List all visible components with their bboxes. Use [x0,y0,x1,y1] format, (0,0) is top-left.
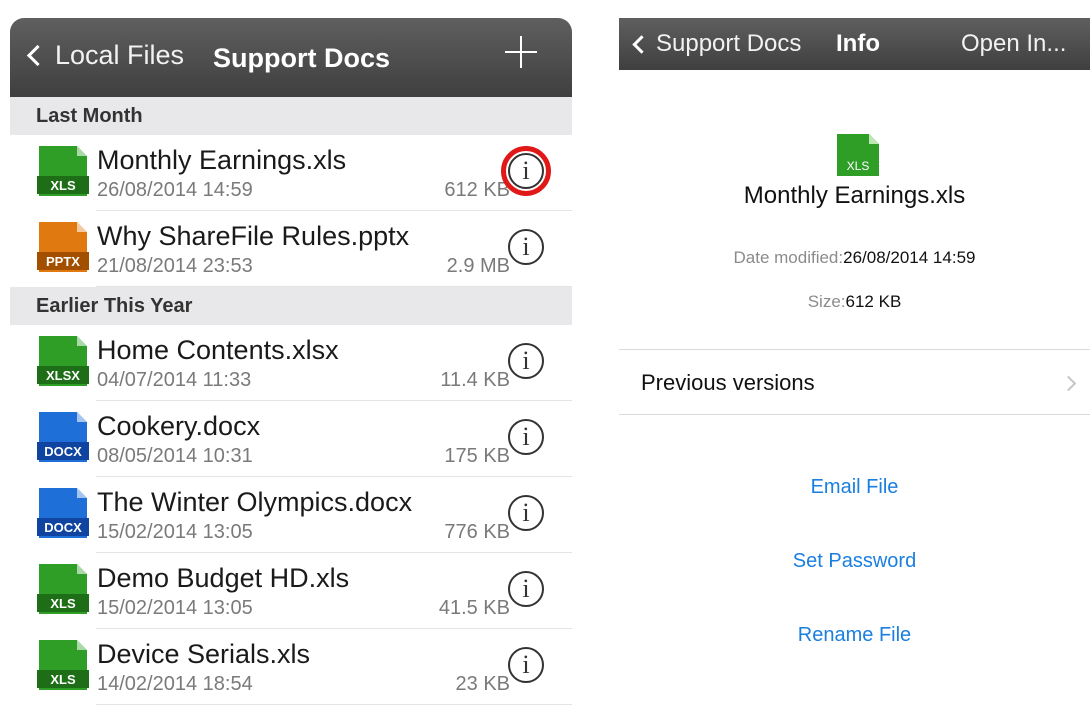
file-name: The Winter Olympics.docx [97,487,413,517]
rename-file-button[interactable]: Rename File [619,624,1090,647]
back-label: Support Docs [656,30,802,57]
info-icon[interactable]: i [508,647,544,683]
navigation-bar: Support Docs Info Open In... [619,18,1090,70]
file-type-label: XLS [50,178,76,193]
xls-file-icon: XLS [37,640,89,690]
file-name: Demo Budget HD.xls [97,563,350,593]
file-name: Cookery.docx [97,411,261,441]
email-file-button[interactable]: Email File [619,476,1090,499]
pptx-file-icon: PPTX [37,222,89,272]
file-list: Last Month XLS Monthly Earnings.xls 26/08/2… [10,97,572,705]
xls-file-icon: XLS [37,146,89,196]
file-row[interactable]: XLS Monthly Earnings.xls 26/08/2014 14:59 6… [10,135,572,211]
previous-versions-row[interactable]: Previous versions [619,349,1090,415]
info-icon[interactable]: i [508,229,544,265]
file-type-label: DOCX [44,444,82,459]
previous-versions-label: Previous versions [641,370,815,395]
file-type-label: XLS [50,596,76,611]
file-name: Monthly Earnings.xls [97,145,347,175]
file-type-label: XLS [847,159,870,173]
back-button[interactable]: Support Docs [632,30,802,58]
chevron-right-icon [1060,375,1077,392]
page-title: Info [836,30,880,57]
file-type-label: XLSX [46,368,80,383]
navigation-bar: Local Files Support Docs [10,18,572,97]
page-title: Support Docs [213,43,391,73]
file-size: 11.4 KB [440,369,510,391]
info-icon[interactable]: i [508,419,544,455]
file-type-label: XLS [50,672,76,687]
date-modified-value: 26/08/2014 14:59 [843,248,976,267]
xls-file-icon: XLS [37,564,89,614]
file-row[interactable]: XLS Device Serials.xls 14/02/2014 18:54 23 … [10,629,572,705]
back-button[interactable]: Local Files [26,40,185,71]
file-date: 14/02/2014 18:54 [97,673,253,695]
date-modified-row: Date modified:26/08/2014 14:59 [619,248,1090,268]
xls-file-icon: XLS [837,134,879,176]
file-row[interactable]: DOCX Cookery.docx 08/05/2014 10:31 175 KB i [10,401,572,477]
file-name: Device Serials.xls [97,639,311,669]
file-type-label: PPTX [46,254,80,269]
xlsx-file-icon: XLSX [37,336,89,386]
file-row[interactable]: DOCX The Winter Olympics.docx 15/02/2014 1… [10,477,572,553]
highlight-circle [501,146,551,196]
file-row[interactable]: XLS Demo Budget HD.xls 15/02/2014 13:05 41.… [10,553,572,629]
size-row: Size:612 KB [619,292,1090,312]
chevron-left-icon [632,34,651,54]
file-name: Home Contents.xlsx [97,335,339,365]
file-name: Why ShareFile Rules.pptx [97,221,410,251]
file-size: 41.5 KB [438,597,510,619]
file-row[interactable]: PPTX Why ShareFile Rules.pptx 21/08/2014 2… [10,211,572,287]
file-info-panel: Support Docs Info Open In... XLS Monthly… [619,18,1090,718]
file-size: 23 KB [455,673,510,695]
file-date: 15/02/2014 13:05 [97,521,253,543]
file-date: 04/07/2014 11:33 [97,369,252,391]
docx-file-icon: DOCX [37,412,89,462]
section-header: Last Month [10,97,572,135]
add-icon[interactable] [505,36,537,68]
file-date: 26/08/2014 14:59 [97,179,253,201]
info-icon[interactable]: i [508,495,544,531]
chevron-left-icon [26,44,49,67]
section-header: Earlier This Year [10,287,572,325]
back-label: Local Files [55,40,185,70]
file-size: 612 KB [444,179,510,201]
set-password-button[interactable]: Set Password [619,550,1090,573]
file-row[interactable]: XLSX Home Contents.xlsx 04/07/2014 11:33 11… [10,325,572,401]
file-size: 175 KB [444,445,510,467]
file-list-panel: Local Files Support Docs Last Month XLS Mo… [10,18,572,718]
docx-file-icon: DOCX [37,488,89,538]
file-details: XLS Monthly Earnings.xls Date modified:2… [619,70,1090,349]
file-date: 15/02/2014 13:05 [97,597,253,619]
file-name: Monthly Earnings.xls [743,182,966,209]
info-icon[interactable]: i [508,571,544,607]
date-modified-label: Date modified: [733,248,844,267]
file-date: 08/05/2014 10:31 [97,445,253,467]
file-size: 2.9 MB [446,255,510,277]
size-value: 612 KB [845,292,902,311]
file-size: 776 KB [444,521,510,543]
info-icon[interactable]: i [508,343,544,379]
file-date: 21/08/2014 23:53 [97,255,253,277]
size-label: Size: [807,292,846,311]
open-in-button[interactable]: Open In... [961,30,1066,58]
file-type-label: DOCX [44,520,82,535]
